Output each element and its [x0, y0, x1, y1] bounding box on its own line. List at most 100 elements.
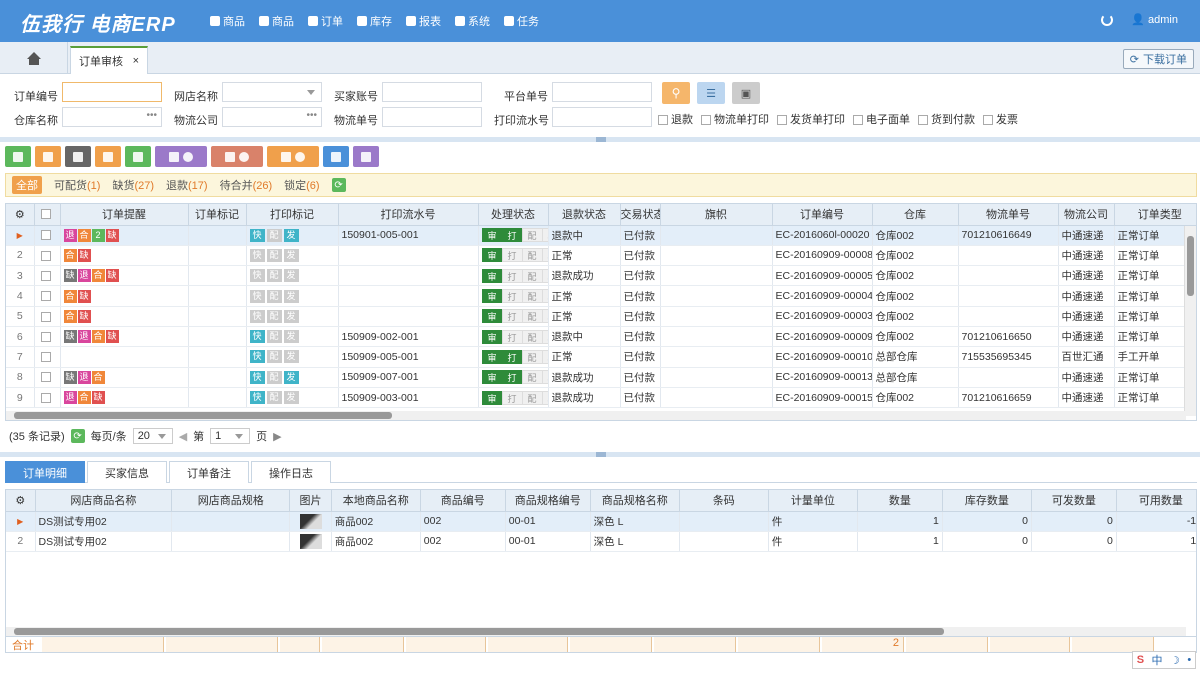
settings-icon[interactable]: ⚙: [6, 204, 35, 226]
column-header[interactable]: 打印流水号: [338, 204, 479, 226]
flag-cell[interactable]: [660, 367, 773, 388]
status-filter-1[interactable]: 可配货(1): [54, 177, 100, 193]
table-row[interactable]: 4合缺快配发审打配验发同结正常已付款EC-20160909-00004仓库002…: [6, 285, 1196, 307]
column-header[interactable]: 商品规格名称: [590, 490, 680, 512]
filter-checkbox[interactable]: 发货单打印: [777, 111, 845, 127]
checkbox-icon[interactable]: [983, 115, 993, 126]
flag-cell[interactable]: [660, 387, 773, 409]
checkbox-icon[interactable]: [918, 115, 928, 126]
buyer-input[interactable]: [382, 82, 482, 102]
column-header[interactable]: 物流公司: [1058, 204, 1115, 226]
detail-tab-3[interactable]: 操作日志: [251, 461, 331, 483]
list-button[interactable]: ☰: [697, 82, 725, 104]
toolbar-button-3[interactable]: [95, 146, 121, 167]
nav-item-4[interactable]: 报表: [406, 13, 441, 29]
checkbox-icon[interactable]: [658, 115, 668, 126]
toolbar-button-2[interactable]: [65, 146, 91, 167]
column-header[interactable]: 商品规格编号: [505, 490, 591, 512]
table-row[interactable]: 5合缺快配发审打配验发同结正常已付款EC-20160909-00003仓库002…: [6, 306, 1196, 327]
table-row[interactable]: 7快配发150909-005-001审打配验发同结正常已付款EC-2016090…: [6, 346, 1196, 368]
row-checkbox[interactable]: [34, 225, 61, 246]
nav-item-5[interactable]: 系统: [455, 13, 490, 29]
detail-tab-1[interactable]: 买家信息: [87, 461, 167, 483]
logistics-co-input[interactable]: •••: [222, 107, 322, 127]
detail-tab-0[interactable]: 订单明细: [5, 461, 85, 483]
detail-row[interactable]: 2DS测试专用02商品00200200-01深色 L件10018: [6, 531, 1196, 553]
per-page-select[interactable]: 20: [132, 428, 173, 444]
filter-checkbox[interactable]: 电子面单: [853, 111, 910, 127]
settings-icon[interactable]: ⚙: [6, 490, 36, 512]
order-no-input[interactable]: [62, 82, 162, 102]
column-header[interactable]: 物流单号: [958, 204, 1059, 226]
toolbar-button-6[interactable]: [211, 146, 263, 167]
table-row[interactable]: ▶退合2缺快配发150901-005-001审打配验发同结退款中已付款EC-20…: [6, 225, 1196, 246]
grid-horizontal-scrollbar[interactable]: [6, 411, 1186, 420]
tab-order-review[interactable]: 订单审核 ×: [70, 46, 148, 74]
detail-tab-2[interactable]: 订单备注: [169, 461, 249, 483]
filter-checkbox[interactable]: 退款: [658, 111, 693, 127]
prev-page-icon[interactable]: ◀: [179, 430, 187, 443]
column-header[interactable]: 退款状态: [548, 204, 621, 226]
home-tab[interactable]: [0, 42, 68, 74]
checkbox-icon[interactable]: [777, 115, 787, 126]
nav-item-2[interactable]: 订单: [308, 13, 343, 29]
row-checkbox[interactable]: [34, 326, 61, 348]
column-header[interactable]: 数量: [857, 490, 943, 512]
column-header[interactable]: 订单编号: [772, 204, 873, 226]
splitter-top[interactable]: [0, 137, 1200, 142]
flag-cell[interactable]: [660, 306, 773, 327]
row-checkbox[interactable]: [34, 367, 61, 388]
table-row[interactable]: 3缺退合缺快配发审打配验发同结退款成功已付款EC-20160909-00005仓…: [6, 265, 1196, 287]
row-checkbox[interactable]: [34, 245, 61, 267]
select-all-checkbox[interactable]: [34, 204, 61, 226]
row-checkbox[interactable]: [34, 306, 61, 327]
close-icon[interactable]: ×: [133, 55, 139, 67]
grid-vertical-scrollbar[interactable]: [1184, 226, 1196, 416]
column-header[interactable]: 仓库: [872, 204, 959, 226]
nav-item-6[interactable]: 任务: [504, 13, 539, 29]
checkbox-icon[interactable]: [853, 115, 863, 126]
download-orders-button[interactable]: ⟳ 下载订单: [1122, 49, 1194, 69]
toolbar-button-8[interactable]: [323, 146, 349, 167]
flag-cell[interactable]: [660, 245, 773, 267]
column-header[interactable]: 打印标记: [246, 204, 339, 226]
column-header[interactable]: 交易状态: [620, 204, 661, 226]
column-header[interactable]: 商品编号: [420, 490, 506, 512]
column-header[interactable]: 计量单位: [768, 490, 858, 512]
column-header[interactable]: 旗帜: [660, 204, 773, 226]
nav-item-0[interactable]: 商品: [210, 13, 245, 29]
flag-cell[interactable]: [660, 346, 773, 368]
ime-indicator[interactable]: S 中 ☽ •: [1132, 651, 1196, 669]
refresh-button[interactable]: ⟳: [70, 429, 85, 443]
toolbar-button-5[interactable]: [155, 146, 207, 167]
toolbar-button-0[interactable]: [5, 146, 31, 167]
nav-item-3[interactable]: 库存: [357, 13, 392, 29]
status-filter-2[interactable]: 缺货(27): [112, 177, 154, 193]
power-icon[interactable]: [1101, 13, 1114, 26]
search-button[interactable]: ⚲: [662, 82, 690, 104]
filter-checkbox[interactable]: 发票: [983, 111, 1018, 127]
flag-cell[interactable]: [660, 225, 773, 246]
toolbar-button-4[interactable]: [125, 146, 151, 167]
filter-checkbox[interactable]: 货到付款: [918, 111, 975, 127]
filter-checkbox[interactable]: 物流单打印: [701, 111, 769, 127]
toolbar-button-7[interactable]: [267, 146, 319, 167]
row-checkbox[interactable]: [34, 285, 61, 307]
page-select[interactable]: 1: [210, 428, 251, 444]
splitter-bottom[interactable]: [0, 452, 1200, 457]
column-header[interactable]: 网店商品名称: [35, 490, 173, 512]
column-header[interactable]: 处理状态: [478, 204, 549, 226]
refresh-icon[interactable]: ⟳: [331, 178, 346, 192]
status-filter-5[interactable]: 锁定(6): [284, 177, 319, 193]
user-menu[interactable]: 👤 admin: [1131, 13, 1178, 26]
table-row[interactable]: 2合缺快配发审打配验发同结正常已付款EC-20160909-00008仓库002…: [6, 245, 1196, 267]
column-header[interactable]: 订单提醒: [60, 204, 189, 226]
next-page-icon[interactable]: ▶: [273, 430, 281, 443]
status-filter-0[interactable]: 全部: [12, 176, 42, 194]
row-checkbox[interactable]: [34, 346, 61, 368]
flag-cell[interactable]: [660, 326, 773, 348]
detail-horizontal-scrollbar[interactable]: [6, 627, 1186, 636]
toolbar-button-9[interactable]: [353, 146, 379, 167]
clear-button[interactable]: ▣: [732, 82, 760, 104]
row-checkbox[interactable]: [34, 387, 61, 409]
